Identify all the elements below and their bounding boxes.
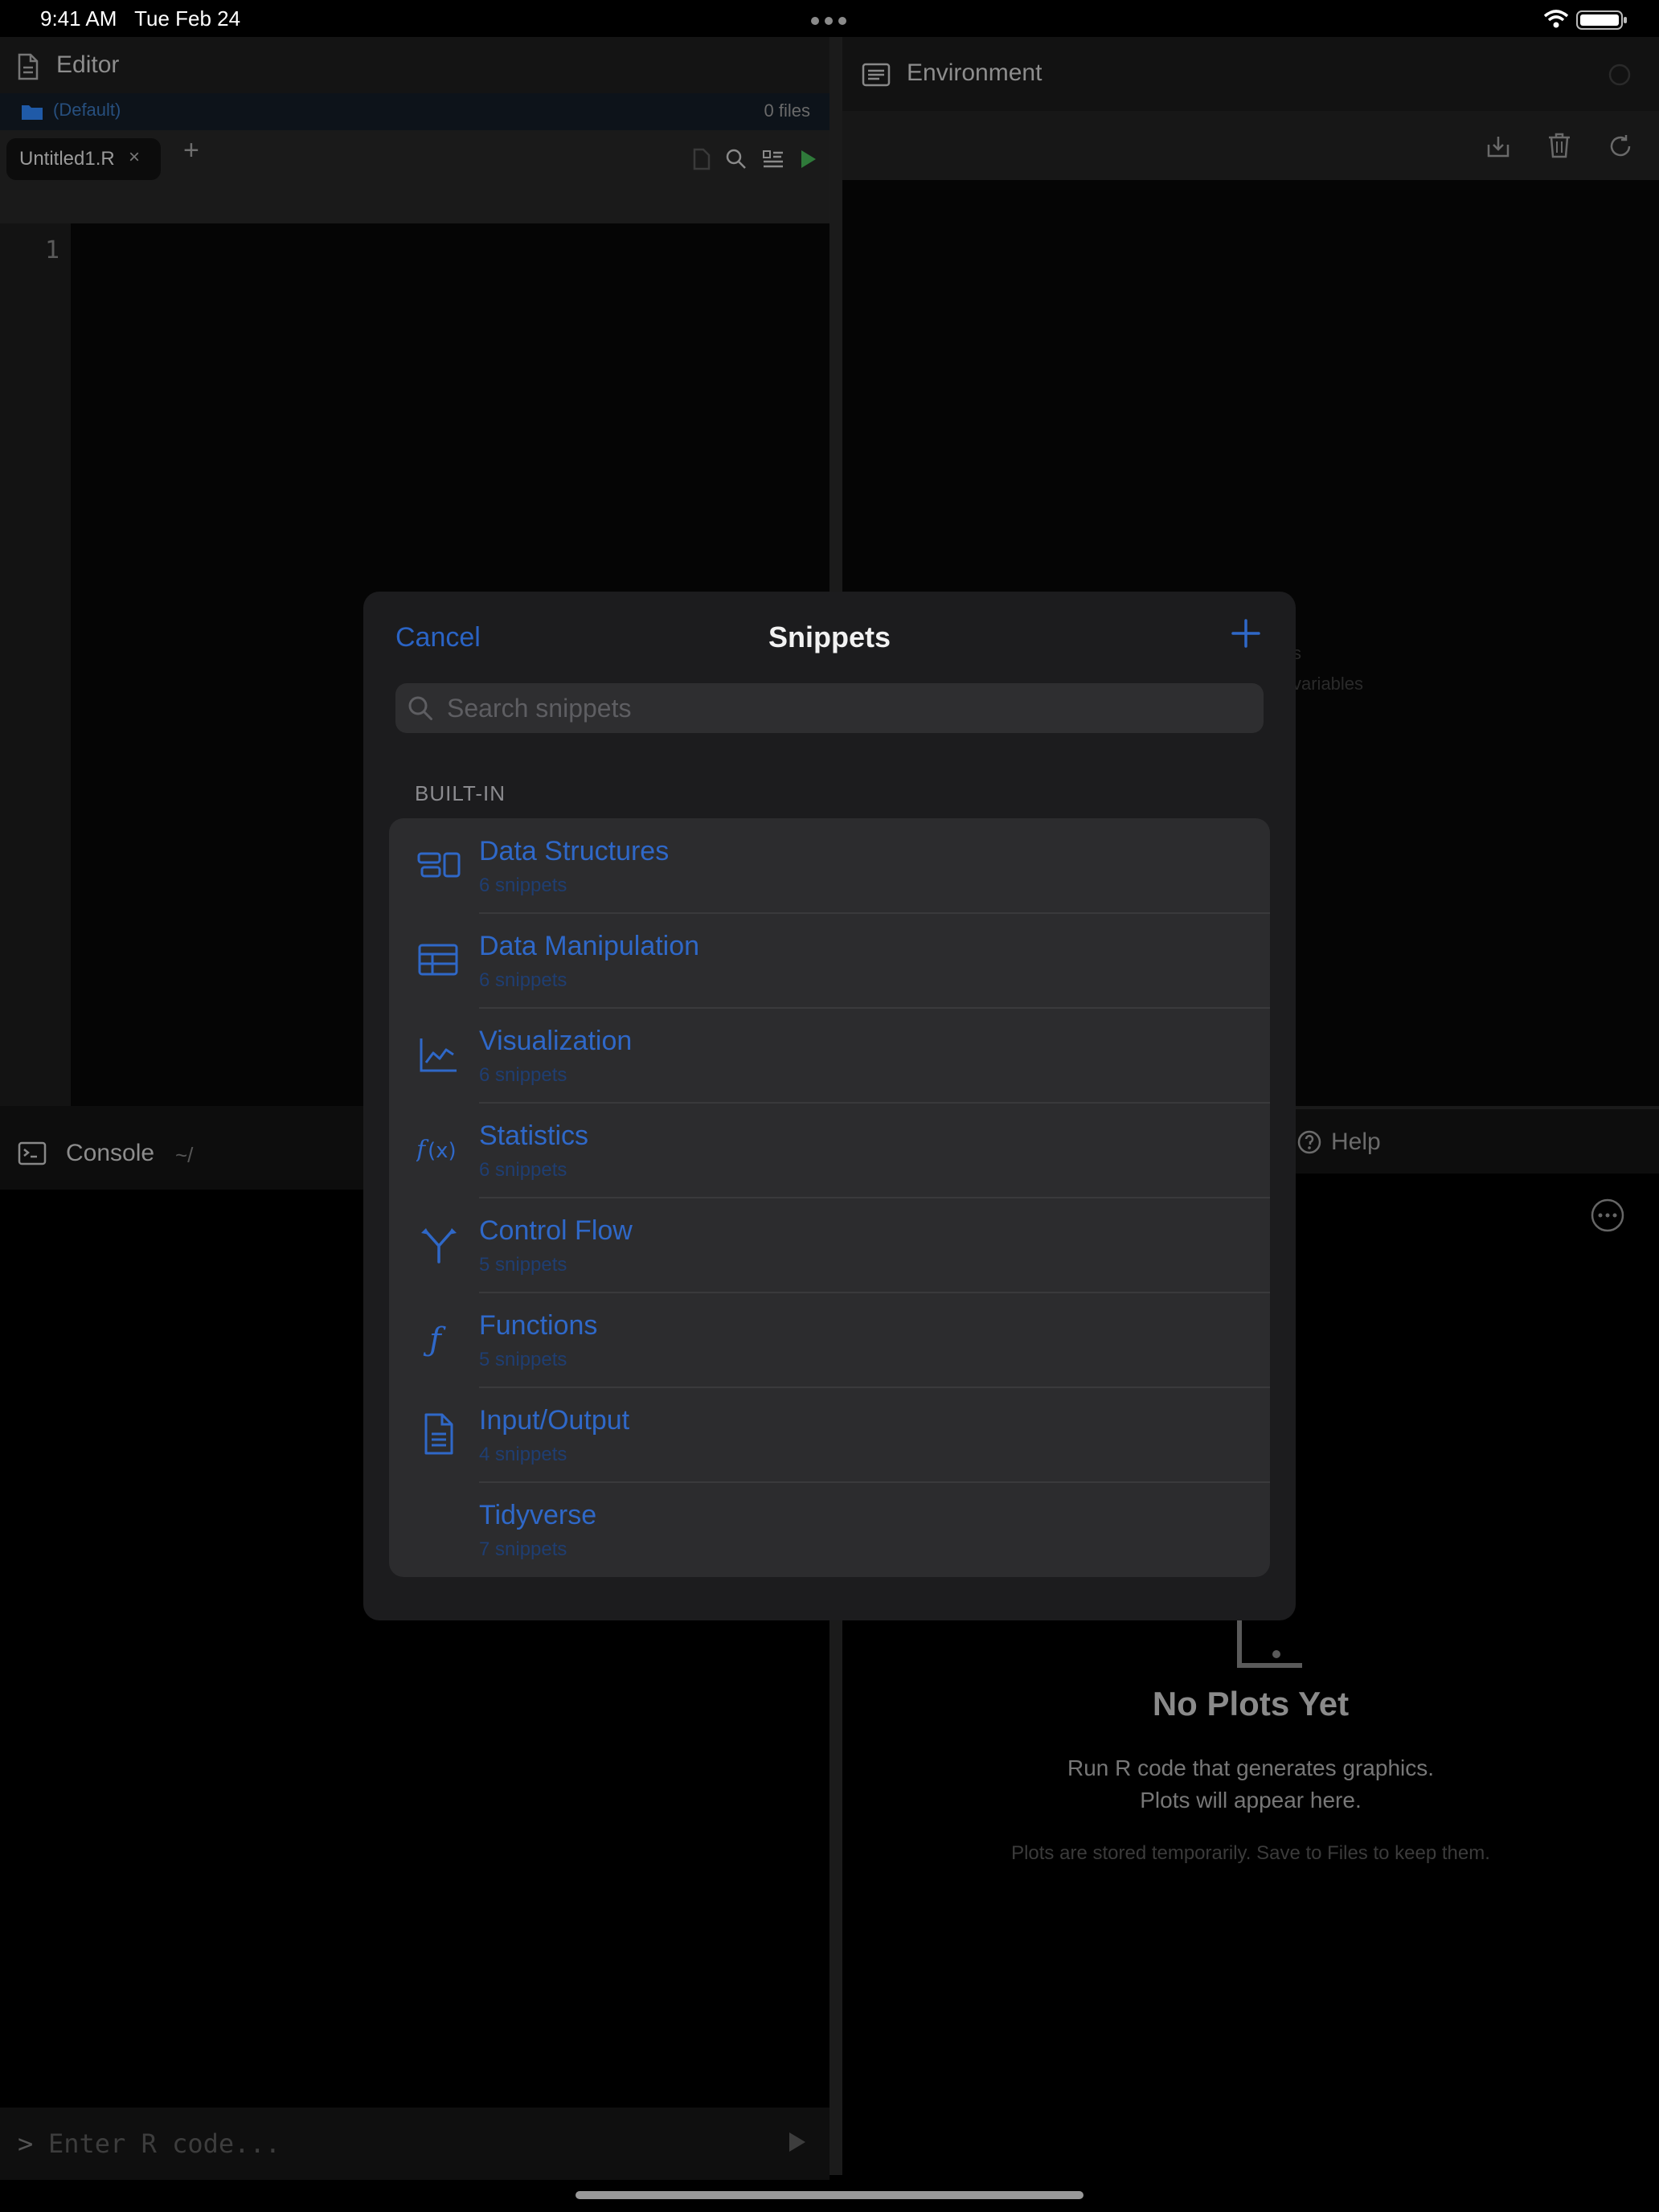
category-count: 5 snippets <box>479 1349 567 1370</box>
category-count: 5 snippets <box>479 1254 567 1276</box>
line-gutter: 1 <box>0 223 71 1143</box>
category-row-tidyverse[interactable]: Tidyverse 7 snippets <box>389 1482 1270 1577</box>
category-title: Tidyverse <box>479 1500 597 1530</box>
no-plots-description: Run R code that generates graphics. Plot… <box>842 1752 1659 1817</box>
category-title: Statistics <box>479 1120 589 1151</box>
category-count: 7 snippets <box>479 1538 567 1560</box>
category-title: Control Flow <box>479 1215 633 1246</box>
import-icon[interactable] <box>1485 133 1511 159</box>
chart-placeholder-icon <box>1201 1620 1305 1685</box>
add-snippet-button[interactable] <box>1228 616 1264 651</box>
category-title: Visualization <box>479 1026 633 1056</box>
no-plots-desc-line-1: Run R code that generates graphics. <box>1067 1755 1435 1780</box>
snippets-icon[interactable] <box>762 148 784 170</box>
category-count: 6 snippets <box>479 969 567 991</box>
status-time: 9:41 AM <box>40 6 117 31</box>
branch-icon <box>416 1222 461 1267</box>
search-bar[interactable] <box>395 683 1264 733</box>
multitasking-dots-icon[interactable] <box>810 16 847 26</box>
no-plots-desc-line-2: Plots will appear here. <box>1140 1788 1362 1813</box>
folder-icon <box>21 103 43 121</box>
environment-title: Environment <box>907 59 1043 86</box>
snippet-category-list: Data Structures 6 snippets Data Manipula… <box>389 818 1270 1577</box>
function-x-icon: ƒ (x) <box>416 1127 461 1172</box>
status-bar-time: 9:41 AM Tue Feb 24 <box>40 6 240 31</box>
environment-header: Environment <box>842 37 1659 111</box>
data-structures-icon <box>416 842 461 887</box>
tab-close-icon[interactable]: × <box>129 146 140 169</box>
console-input-bar[interactable]: > Enter R code... <box>0 2108 830 2180</box>
list-icon <box>862 63 891 87</box>
project-name: (Default) <box>53 100 121 120</box>
new-file-icon[interactable] <box>691 148 712 170</box>
editor-header: Editor <box>0 37 830 93</box>
tab-label: Untitled1.R <box>19 148 115 170</box>
tab-untitled1[interactable]: Untitled1.R × <box>6 138 161 180</box>
category-count: 6 snippets <box>479 1064 567 1086</box>
cancel-button[interactable]: Cancel <box>395 622 481 653</box>
category-count: 6 snippets <box>479 1159 567 1181</box>
more-options-icon[interactable] <box>1590 1198 1625 1233</box>
category-title: Functions <box>479 1310 598 1341</box>
run-icon[interactable] <box>799 148 818 170</box>
status-indicators <box>1540 8 1636 32</box>
status-date: Tue Feb 24 <box>134 6 241 31</box>
category-title: Data Manipulation <box>479 931 700 961</box>
category-title: Input/Output <box>479 1405 630 1436</box>
section-header-built-in: BUILT-IN <box>415 781 506 805</box>
environment-toolbar <box>842 111 1659 180</box>
help-icon <box>1297 1130 1321 1154</box>
category-count: 6 snippets <box>479 875 567 896</box>
category-count: 4 snippets <box>479 1444 567 1465</box>
no-plots-title: No Plots Yet <box>1152 1685 1350 1722</box>
document-icon <box>16 53 40 80</box>
category-title: Data Structures <box>479 836 670 866</box>
line-chart-icon <box>416 1032 461 1077</box>
environment-empty-subtext: variables <box>1292 674 1364 694</box>
category-row-statistics[interactable]: ƒ (x) Statistics 6 snippets <box>389 1103 1270 1198</box>
editor-tab-bar: Untitled1.R × + <box>0 130 830 223</box>
terminal-icon <box>18 1141 47 1165</box>
refresh-status-icon <box>1608 63 1632 87</box>
line-number: 1 <box>45 236 60 264</box>
wifi-battery-icon <box>1543 10 1627 30</box>
editor-title: Editor <box>56 51 120 78</box>
snippets-modal: Cancel Snippets BUILT-IN Data Structures… <box>363 592 1296 1620</box>
help-tab[interactable] <box>1297 1130 1321 1154</box>
document-icon <box>416 1411 461 1456</box>
search-icon[interactable] <box>725 148 748 170</box>
console-title: Console <box>66 1140 155 1166</box>
modal-title: Snippets <box>768 621 891 653</box>
console-working-dir: ~/ <box>175 1143 194 1167</box>
category-row-data-structures[interactable]: Data Structures 6 snippets <box>389 818 1270 914</box>
category-row-visualization[interactable]: Visualization 6 snippets <box>389 1008 1270 1104</box>
search-icon <box>407 694 434 722</box>
add-tab-button[interactable]: + <box>183 135 199 166</box>
project-selector[interactable]: (Default) 0 files <box>0 93 830 130</box>
file-count: 0 files <box>764 100 810 121</box>
help-tab-label[interactable]: Help <box>1331 1129 1381 1156</box>
category-row-control-flow[interactable]: Control Flow 5 snippets <box>389 1198 1270 1293</box>
category-row-input-output[interactable]: Input/Output 4 snippets <box>389 1387 1270 1483</box>
refresh-icon[interactable] <box>1608 133 1633 159</box>
console-prompt: > <box>18 2128 34 2159</box>
plus-icon <box>1231 619 1260 648</box>
category-row-data-manipulation[interactable]: Data Manipulation 6 snippets <box>389 913 1270 1009</box>
category-row-functions[interactable]: ƒ Functions 5 snippets <box>389 1292 1270 1388</box>
function-icon: ƒ <box>416 1317 461 1362</box>
console-input[interactable]: Enter R code... <box>48 2128 281 2159</box>
svg-text:(x): (x) <box>428 1139 457 1163</box>
no-plots-note: Plots are stored temporarily. Save to Fi… <box>1011 1842 1490 1864</box>
send-icon[interactable] <box>786 2130 809 2154</box>
table-icon <box>416 937 461 982</box>
search-input[interactable] <box>447 690 1235 727</box>
trash-icon[interactable] <box>1546 132 1572 159</box>
svg-text:ƒ: ƒ <box>423 1321 446 1358</box>
home-indicator[interactable] <box>576 2191 1083 2199</box>
